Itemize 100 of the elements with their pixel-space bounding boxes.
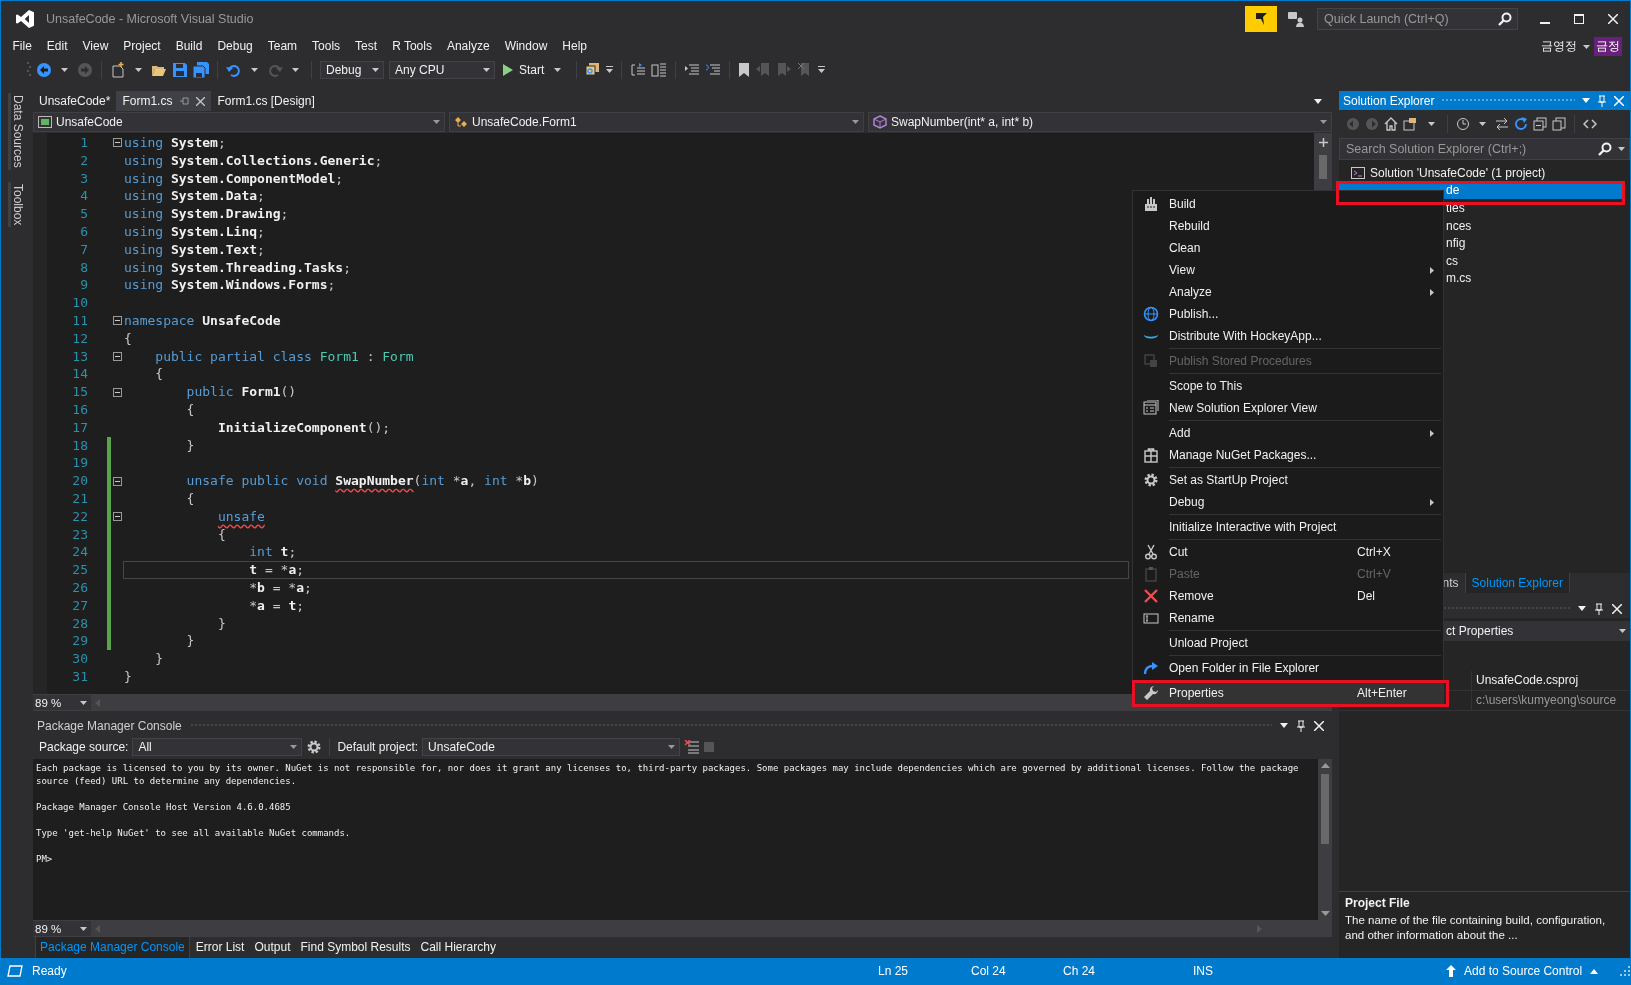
overflow-icon[interactable] [818, 66, 826, 74]
output-window-icon[interactable] [7, 965, 23, 977]
menu-item[interactable]: Debug [209, 36, 261, 57]
history-icon[interactable] [1456, 117, 1470, 131]
caret-icon[interactable] [292, 68, 299, 72]
menu-item[interactable]: Edit [39, 36, 76, 57]
menu-item[interactable]: Publish... [1133, 303, 1443, 325]
menu-item[interactable]: Properties Alt+Enter [1133, 682, 1443, 704]
menu-item[interactable]: View [75, 36, 116, 57]
scroll-down-icon[interactable] [1320, 911, 1330, 916]
menu-item[interactable]: Set as StartUp Project [1133, 469, 1443, 491]
panel-tab[interactable]: Package Manager Console [35, 936, 190, 959]
caret-icon[interactable] [1428, 122, 1435, 126]
menu-item[interactable]: Initialize Interactive with Project [1133, 516, 1443, 538]
copy-icon[interactable] [1552, 117, 1566, 131]
collapse-icon[interactable] [112, 476, 122, 486]
property-value[interactable]: c:\users\kumyeong\source [1472, 691, 1630, 710]
menu-item[interactable]: Project [115, 36, 169, 57]
menu-item[interactable]: Test [347, 36, 385, 57]
switch-views-icon[interactable] [1403, 117, 1419, 131]
tree-item[interactable]: Solution 'UnsafeCode' (1 project) [1339, 164, 1622, 182]
search-icon[interactable] [1498, 11, 1512, 26]
menu-item[interactable]: Build [168, 36, 210, 57]
project-dropdown[interactable]: UnsafeCode [33, 112, 445, 132]
refresh-icon[interactable] [1514, 117, 1528, 131]
property-value[interactable]: UnsafeCode.csproj [1472, 671, 1630, 690]
resize-grip-icon[interactable] [1620, 966, 1630, 976]
undo-icon[interactable] [226, 62, 242, 78]
menu-item[interactable]: Analyze [439, 36, 498, 57]
home-icon[interactable] [1384, 117, 1398, 131]
package-source-dropdown[interactable]: All [132, 738, 303, 756]
feedback-icon[interactable] [1287, 10, 1305, 27]
source-control-button[interactable]: Add to Source Control [1446, 964, 1620, 978]
split-button[interactable] [1316, 135, 1330, 149]
menu-item[interactable]: R Tools [384, 36, 440, 57]
caret-icon[interactable] [251, 68, 258, 72]
find-in-files-icon[interactable] [585, 62, 602, 78]
menu-item[interactable]: Manage NuGet Packages... [1133, 444, 1443, 466]
menu-item[interactable]: Analyze [1133, 281, 1443, 303]
type-dropdown[interactable]: UnsafeCode.Form1 [449, 112, 864, 132]
configuration-dropdown[interactable]: Debug [320, 61, 384, 79]
code-view-icon[interactable] [1583, 117, 1597, 131]
start-button[interactable]: Start [500, 63, 569, 77]
scroll-up-icon[interactable] [1320, 763, 1330, 768]
menu-item[interactable]: Window [497, 36, 555, 57]
side-tab[interactable]: Data Sources [7, 93, 25, 170]
menu-item[interactable]: Rebuild [1133, 215, 1443, 237]
document-list-icon[interactable] [651, 62, 668, 78]
menu-item[interactable]: File [5, 36, 40, 57]
document-tab[interactable]: Form1.cs [Design] [211, 91, 321, 111]
menu-item[interactable]: Add [1133, 422, 1443, 444]
close-icon[interactable] [196, 96, 206, 106]
menu-item[interactable]: View [1133, 259, 1443, 281]
caret-icon[interactable] [1479, 122, 1486, 126]
collapse-all-icon[interactable] [1533, 117, 1547, 131]
outdent-icon[interactable] [630, 62, 647, 78]
panel-tab[interactable]: Output [250, 937, 295, 958]
side-tab[interactable]: Toolbox [7, 181, 25, 228]
member-dropdown[interactable]: SwapNumber(int* a, int* b) [868, 112, 1332, 132]
new-project-icon[interactable] [110, 62, 126, 78]
bookmark-icon[interactable] [738, 62, 751, 78]
document-tab[interactable]: UnsafeCode* [33, 91, 117, 111]
menu-item[interactable]: Debug [1133, 491, 1443, 513]
search-field[interactable]: Search Solution Explorer (Ctrl+;) [1339, 138, 1630, 160]
menu-item[interactable]: Scope to This [1133, 375, 1443, 397]
uncomment-icon[interactable] [705, 62, 722, 78]
save-all-icon[interactable] [193, 62, 209, 78]
dropdown-icon[interactable] [1280, 723, 1288, 728]
search-icon[interactable] [1598, 142, 1612, 156]
save-icon[interactable] [172, 62, 188, 78]
user-name[interactable]: 금영정 [1541, 38, 1577, 55]
menu-item[interactable]: Distribute With HockeyApp... [1133, 325, 1443, 347]
platform-dropdown[interactable]: Any CPU [389, 61, 495, 79]
overflow-icon[interactable] [606, 66, 614, 74]
avatar-badge[interactable]: 금정 [1594, 37, 1622, 56]
dropdown-icon[interactable] [1578, 606, 1586, 611]
panel-tab[interactable]: Find Symbol Results [296, 937, 415, 958]
collapse-icon[interactable] [112, 351, 122, 361]
panel-tab[interactable]: Call Hierarchy [416, 937, 500, 958]
collapse-icon[interactable] [112, 512, 122, 522]
zoom-dropdown[interactable]: 89 % [33, 921, 91, 936]
sync-icon[interactable] [1495, 117, 1509, 131]
document-tab[interactable]: Form1.cs [116, 91, 212, 111]
settings-icon[interactable] [306, 739, 323, 755]
menu-item[interactable]: Open Folder in File Explorer [1133, 657, 1443, 679]
scroll-thumb[interactable] [1321, 774, 1329, 844]
menu-item[interactable]: New Solution Explorer View [1133, 397, 1443, 419]
zoom-dropdown[interactable]: 89 % [33, 695, 91, 710]
panel-tab[interactable]: Error List [191, 937, 249, 958]
caret-icon[interactable] [61, 68, 68, 72]
collapse-icon[interactable] [112, 316, 122, 326]
panel-tab[interactable]: Solution Explorer [1464, 573, 1570, 593]
menu-item[interactable]: Team [260, 36, 305, 57]
menu-item[interactable]: Tools [304, 36, 348, 57]
menu-item[interactable]: Clean [1133, 237, 1443, 259]
caret-icon[interactable] [135, 68, 142, 72]
default-project-dropdown[interactable]: UnsafeCode [422, 738, 681, 756]
menu-item[interactable]: Help [554, 36, 595, 57]
collapse-icon[interactable] [112, 138, 122, 148]
quick-launch-field[interactable]: Quick Launch (Ctrl+Q) [1317, 7, 1518, 30]
